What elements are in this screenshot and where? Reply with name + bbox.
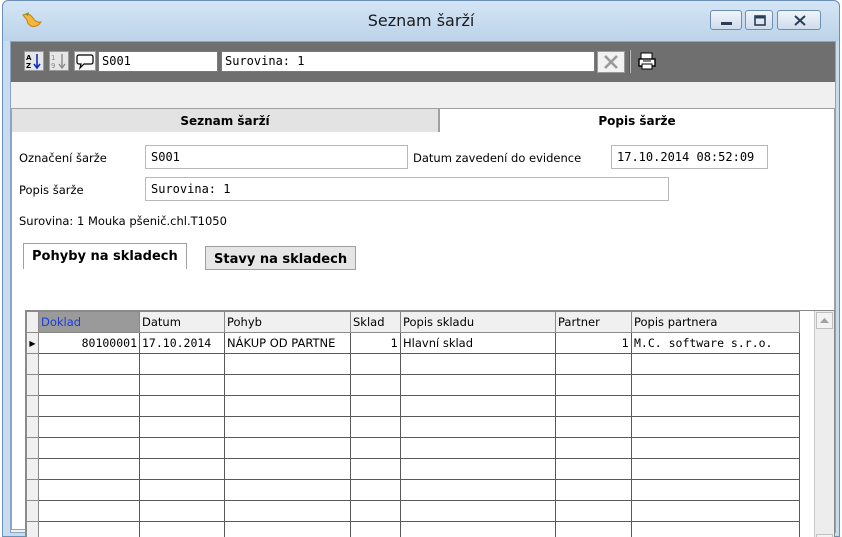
form-panel: Označení šarže S001 Datum zavedení do ev… xyxy=(11,132,835,537)
print-button[interactable] xyxy=(637,51,657,71)
cell-popis-skladu[interactable]: Hlavní sklad xyxy=(400,332,556,354)
close-icon xyxy=(794,15,806,26)
tab-pohyby-na-skladech[interactable]: Pohyby na skladech xyxy=(23,243,187,269)
cell-pohyb[interactable]: NÁKUP OD PARTNE xyxy=(224,332,351,354)
empty-row[interactable] xyxy=(26,416,800,438)
sort-az-icon: A Z xyxy=(26,54,41,70)
popis-field[interactable]: Surovina: 1 xyxy=(145,177,669,201)
column-header-popis-partnera[interactable]: Popis partnera xyxy=(631,311,800,333)
tab-stavy-na-skladech[interactable]: Stavy na skladech xyxy=(205,246,357,270)
svg-text:Z: Z xyxy=(26,62,31,70)
empty-row[interactable] xyxy=(26,479,800,501)
name-field[interactable]: Surovina: 1 xyxy=(221,51,595,72)
oznaceni-field[interactable]: S001 xyxy=(145,145,408,169)
toolbar-separator xyxy=(629,50,631,73)
cell-popis-partnera[interactable]: M.C. software s.r.o. xyxy=(631,332,800,354)
popis-label: Popis šarže xyxy=(19,183,84,197)
column-header-partner[interactable]: Partner xyxy=(555,311,632,333)
datum-label: Datum zavedení do evidence xyxy=(413,151,582,165)
table-row[interactable]: ▶ 80100001 17.10.2014 NÁKUP OD PARTNE 1 … xyxy=(26,332,800,354)
cell-partner[interactable]: 1 xyxy=(555,332,632,354)
sort-19-icon: 1 9 xyxy=(51,54,66,70)
current-row-indicator-icon: ▶ xyxy=(26,332,39,354)
empty-row[interactable] xyxy=(26,374,800,396)
scroll-up-button[interactable] xyxy=(816,312,833,329)
surovina-text: Surovina: 1 Mouka pšenič.chl.T1050 xyxy=(19,214,227,228)
row-indicator-header xyxy=(26,311,39,333)
datum-field[interactable]: 17.10.2014 08:52:09 xyxy=(611,145,768,169)
cell-sklad[interactable]: 1 xyxy=(350,332,401,354)
grid-header-row: Doklad Datum Pohyb Sklad Popis skladu Pa… xyxy=(26,311,800,333)
maximize-button[interactable] xyxy=(745,10,773,30)
empty-row[interactable] xyxy=(26,500,800,522)
maximize-icon xyxy=(754,15,766,26)
svg-text:1: 1 xyxy=(51,54,55,62)
main-window: Seznam šarží A Z 1 9 S001 Surovina: 1 Se… xyxy=(2,0,840,537)
top-tabs: Seznam šarží Popis šarže xyxy=(11,108,835,133)
minimize-button[interactable] xyxy=(710,10,742,30)
printer-icon xyxy=(638,52,656,70)
svg-text:A: A xyxy=(26,54,32,62)
column-header-datum[interactable]: Datum xyxy=(139,311,225,333)
empty-row[interactable] xyxy=(26,437,800,459)
comment-icon xyxy=(76,54,94,70)
minimize-icon xyxy=(721,22,732,25)
code-field[interactable]: S001 xyxy=(98,51,218,72)
movements-grid: Doklad Datum Pohyb Sklad Popis skladu Pa… xyxy=(25,310,835,537)
clear-x-icon xyxy=(604,55,618,69)
sort-19-button[interactable]: 1 9 xyxy=(49,51,69,71)
close-button[interactable] xyxy=(777,10,821,30)
column-header-sklad[interactable]: Sklad xyxy=(350,311,401,333)
toolbar: A Z 1 9 S001 Surovina: 1 xyxy=(11,42,835,82)
client-area: A Z 1 9 S001 Surovina: 1 Seznam šarží Po… xyxy=(10,41,836,537)
column-header-popis-skladu[interactable]: Popis skladu xyxy=(400,311,556,333)
empty-row[interactable] xyxy=(26,458,800,480)
empty-row[interactable] xyxy=(26,353,800,375)
sort-az-button[interactable]: A Z xyxy=(24,51,44,71)
movements-table: Doklad Datum Pohyb Sklad Popis skladu Pa… xyxy=(26,311,800,537)
oznaceni-label: Označení šarže xyxy=(19,151,107,165)
title-bar[interactable]: Seznam šarží xyxy=(3,1,839,41)
column-header-pohyb[interactable]: Pohyb xyxy=(224,311,351,333)
vertical-scrollbar[interactable] xyxy=(814,311,834,537)
column-header-doklad[interactable]: Doklad xyxy=(38,311,140,333)
tab-popis-sarze[interactable]: Popis šarže xyxy=(439,108,835,133)
clear-button[interactable] xyxy=(597,51,625,73)
empty-row[interactable] xyxy=(26,395,800,417)
comment-button[interactable] xyxy=(74,51,96,71)
empty-row[interactable] xyxy=(26,521,800,537)
cell-doklad[interactable]: 80100001 xyxy=(38,332,140,354)
tab-seznam-sarzi[interactable]: Seznam šarží xyxy=(11,108,439,133)
svg-text:9: 9 xyxy=(51,62,55,70)
cell-datum[interactable]: 17.10.2014 xyxy=(139,332,225,354)
scroll-up-icon xyxy=(820,318,829,323)
